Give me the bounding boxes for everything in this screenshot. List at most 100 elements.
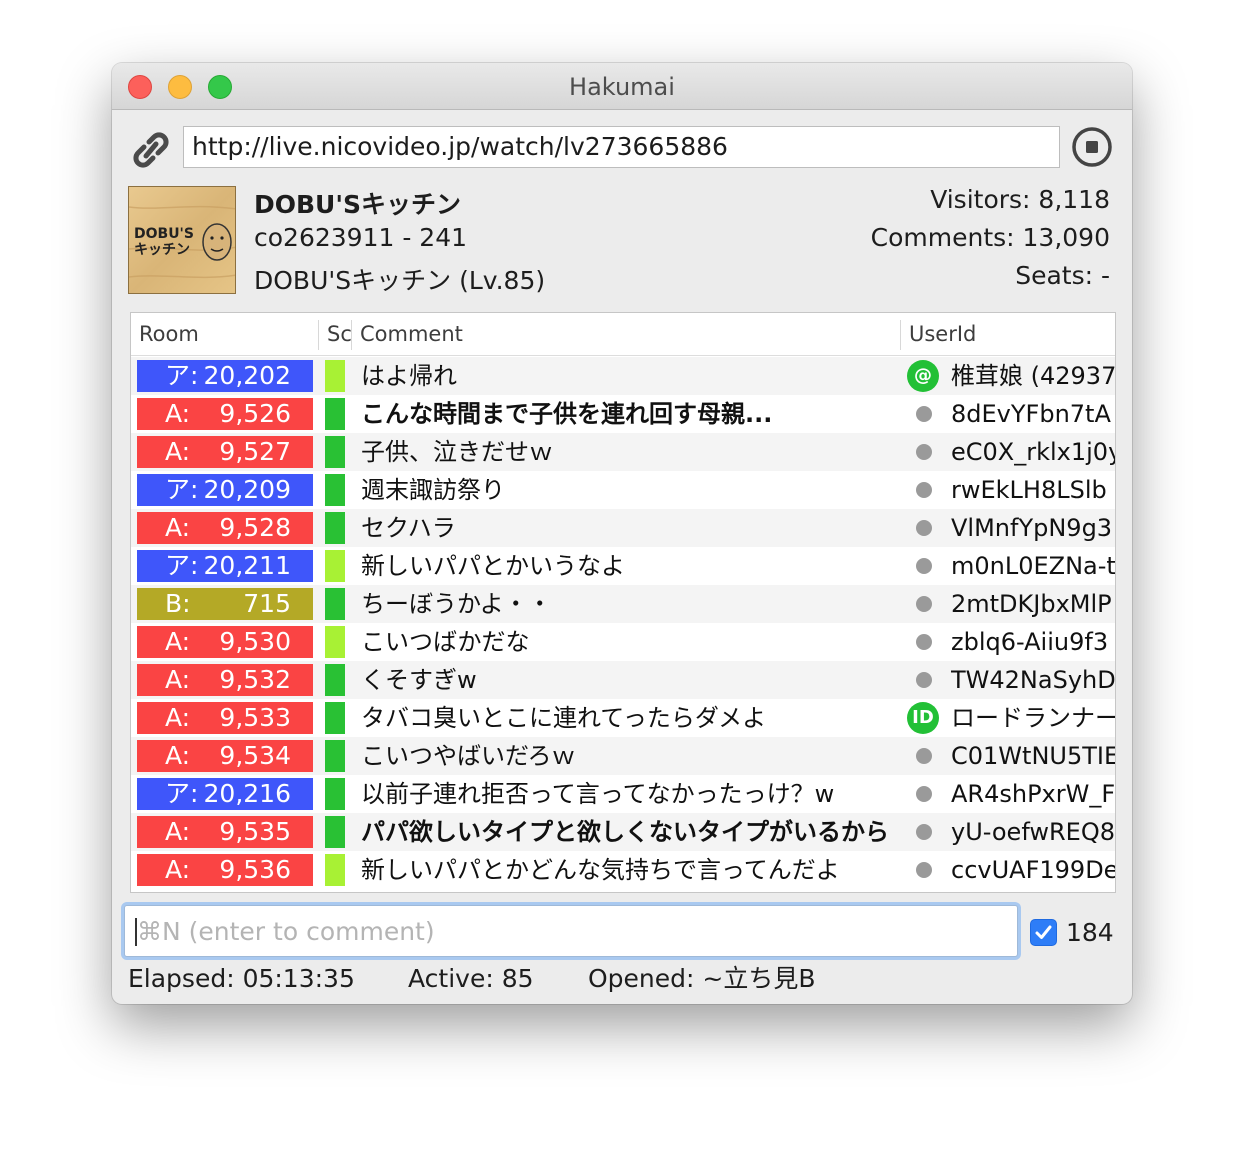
table-row[interactable]: ア: 20,216 以前子連れ拒否って言ってなかったっけ？w AR4shPxrW_F bbox=[131, 775, 1115, 813]
room-badge: B: 715 bbox=[137, 588, 313, 620]
stop-icon[interactable] bbox=[1070, 125, 1114, 169]
score-indicator bbox=[325, 512, 345, 544]
broadcast-id: co2623911 - 241 bbox=[254, 223, 468, 252]
room-number: 20,216 bbox=[203, 779, 291, 808]
user-id: rwEkLH8LSlb bbox=[951, 476, 1107, 504]
room-label: A: bbox=[165, 513, 191, 542]
score-indicator bbox=[325, 588, 345, 620]
id-user-icon: ID bbox=[907, 702, 939, 734]
room-badge: A: 9,536 bbox=[137, 854, 313, 886]
score-indicator bbox=[325, 854, 345, 886]
room-number: 715 bbox=[243, 589, 291, 618]
user-id: yU-oefwREQ8 bbox=[951, 818, 1115, 846]
table-row[interactable]: ア: 20,211 新しいパパとかいうなよ m0nL0EZNa-t bbox=[131, 547, 1115, 585]
table-row[interactable]: A: 9,533 タバコ臭いとこに連れてったらダメよ ID ロードランナー bbox=[131, 699, 1115, 737]
visitors-count: Visitors: 8,118 bbox=[930, 185, 1110, 214]
room-label: ア: bbox=[165, 779, 199, 808]
room-number: 20,202 bbox=[203, 361, 291, 390]
user-status-dot-icon bbox=[916, 596, 932, 612]
score-indicator bbox=[325, 740, 345, 772]
room-badge: A: 9,526 bbox=[137, 398, 313, 430]
comment-text: 週末諏訪祭り bbox=[361, 476, 505, 504]
score-indicator bbox=[325, 626, 345, 658]
status-active: Active: 85 bbox=[408, 964, 534, 993]
comment-placeholder: ⌘N (enter to comment) bbox=[137, 917, 435, 946]
user-id: eC0X_rklx1j0y bbox=[951, 438, 1115, 466]
user-status-dot-icon bbox=[916, 672, 932, 688]
table-row[interactable]: A: 9,527 子供、泣きだせｗ eC0X_rklx1j0y bbox=[131, 433, 1115, 471]
comment-text: ちーぼうかよ・・ bbox=[361, 590, 552, 618]
room-badge: A: 9,533 bbox=[137, 702, 313, 734]
table-row[interactable]: ア: 20,209 週末諏訪祭り rwEkLH8LSlb bbox=[131, 471, 1115, 509]
room-number: 9,532 bbox=[219, 665, 291, 694]
room-label: A: bbox=[165, 399, 191, 428]
room-number: 9,528 bbox=[219, 513, 291, 542]
window-title: Hakumai bbox=[569, 73, 675, 101]
link-icon bbox=[133, 132, 169, 168]
room-label: A: bbox=[165, 741, 191, 770]
room-badge: A: 9,530 bbox=[137, 626, 313, 658]
comment-text: タバコ臭いとこに連れてったらダメよ bbox=[361, 704, 767, 732]
table-row[interactable]: A: 9,526 こんな時間まで子供を連れ回す母親... 8dEvYFbn7tA bbox=[131, 395, 1115, 433]
room-label: A: bbox=[165, 437, 191, 466]
table-row[interactable]: A: 9,536 新しいパパとかどんな気持ちで言ってんだよ ccvUAF199De bbox=[131, 851, 1115, 889]
anonymous-184-checkbox[interactable] bbox=[1030, 919, 1057, 946]
user-status-dot-icon bbox=[916, 824, 932, 840]
svg-text:キッチン: キッチン bbox=[134, 242, 190, 258]
user-status-dot-icon bbox=[916, 482, 932, 498]
table-row[interactable]: A: 9,532 くそすぎw TW42NaSyhD bbox=[131, 661, 1115, 699]
table-row[interactable]: A: 9,530 こいつばかだな zblq6-Aiiu9f3 bbox=[131, 623, 1115, 661]
room-number: 20,211 bbox=[203, 551, 291, 580]
comment-input[interactable]: ⌘N (enter to comment) bbox=[124, 905, 1018, 957]
table-row[interactable]: A: 9,528 セクハラ VlMnfYpN9g3 bbox=[131, 509, 1115, 547]
app-window: Hakumai http://live.nicovideo.jp/watch/l… bbox=[112, 63, 1132, 1004]
score-indicator bbox=[325, 398, 345, 430]
room-badge: ア: 20,216 bbox=[137, 778, 313, 810]
room-label: A: bbox=[165, 855, 191, 884]
column-header-room[interactable]: Room bbox=[131, 313, 318, 355]
user-id: AR4shPxrW_F bbox=[951, 780, 1115, 808]
room-badge: ア: 20,211 bbox=[137, 550, 313, 582]
user-status-dot-icon bbox=[916, 558, 932, 574]
score-indicator bbox=[325, 816, 345, 848]
room-number: 9,534 bbox=[219, 741, 291, 770]
comment-text: こいつばかだな bbox=[361, 628, 530, 656]
url-input[interactable]: http://live.nicovideo.jp/watch/lv2736658… bbox=[183, 126, 1060, 168]
column-header-userid[interactable]: UserId bbox=[901, 313, 1115, 355]
score-indicator bbox=[325, 664, 345, 696]
user-status-dot-icon bbox=[916, 444, 932, 460]
room-number: 9,535 bbox=[219, 817, 291, 846]
user-status-dot-icon bbox=[916, 634, 932, 650]
titlebar[interactable]: Hakumai bbox=[112, 63, 1132, 110]
score-indicator bbox=[325, 360, 345, 392]
table-row[interactable]: B: 715 ちーぼうかよ・・ 2mtDKJbxMlP bbox=[131, 585, 1115, 623]
comment-table[interactable]: Room Sc Comment UserId ア: 20,202 はよ帰れ @ 椎茸娘 … bbox=[130, 312, 1116, 893]
comment-text: はよ帰れ bbox=[361, 362, 457, 390]
user-id: ccvUAF199De bbox=[951, 856, 1115, 884]
checkmark-icon bbox=[1035, 925, 1052, 939]
table-row[interactable]: ア: 20,202 はよ帰れ @ 椎茸娘 (42937 bbox=[131, 357, 1115, 395]
table-row[interactable]: A: 9,534 こいつやばいだろｗ C01WtNU5TIE bbox=[131, 737, 1115, 775]
column-header-score[interactable]: Sc bbox=[319, 313, 351, 355]
room-badge: A: 9,535 bbox=[137, 816, 313, 848]
user-id: 2mtDKJbxMlP bbox=[951, 590, 1112, 618]
anonymous-184-label: 184 bbox=[1066, 918, 1114, 947]
comments-count: Comments: 13,090 bbox=[870, 223, 1110, 252]
user-id: ロードランナー bbox=[951, 704, 1115, 732]
status-opened: Opened: ~立ち見B bbox=[588, 964, 816, 993]
room-label: A: bbox=[165, 665, 191, 694]
score-indicator bbox=[325, 436, 345, 468]
room-label: A: bbox=[165, 703, 191, 732]
user-id: 椎茸娘 (42937 bbox=[951, 362, 1115, 390]
room-label: A: bbox=[165, 627, 191, 656]
table-row[interactable]: A: 9,535 パパ欲しいタイプと欲しくないタイプがいるから yU-oefwREQ8 bbox=[131, 813, 1115, 851]
comment-text: こんな時間まで子供を連れ回す母親... bbox=[361, 400, 773, 428]
room-badge: ア: 20,209 bbox=[137, 474, 313, 506]
broadcast-title: DOBU'Sキッチン bbox=[254, 190, 462, 219]
svg-text:DOBU'S: DOBU'S bbox=[134, 226, 194, 242]
room-badge: A: 9,527 bbox=[137, 436, 313, 468]
user-status-dot-icon bbox=[916, 406, 932, 422]
user-id: TW42NaSyhD bbox=[951, 666, 1115, 694]
score-indicator bbox=[325, 474, 345, 506]
column-header-comment[interactable]: Comment bbox=[352, 313, 900, 355]
